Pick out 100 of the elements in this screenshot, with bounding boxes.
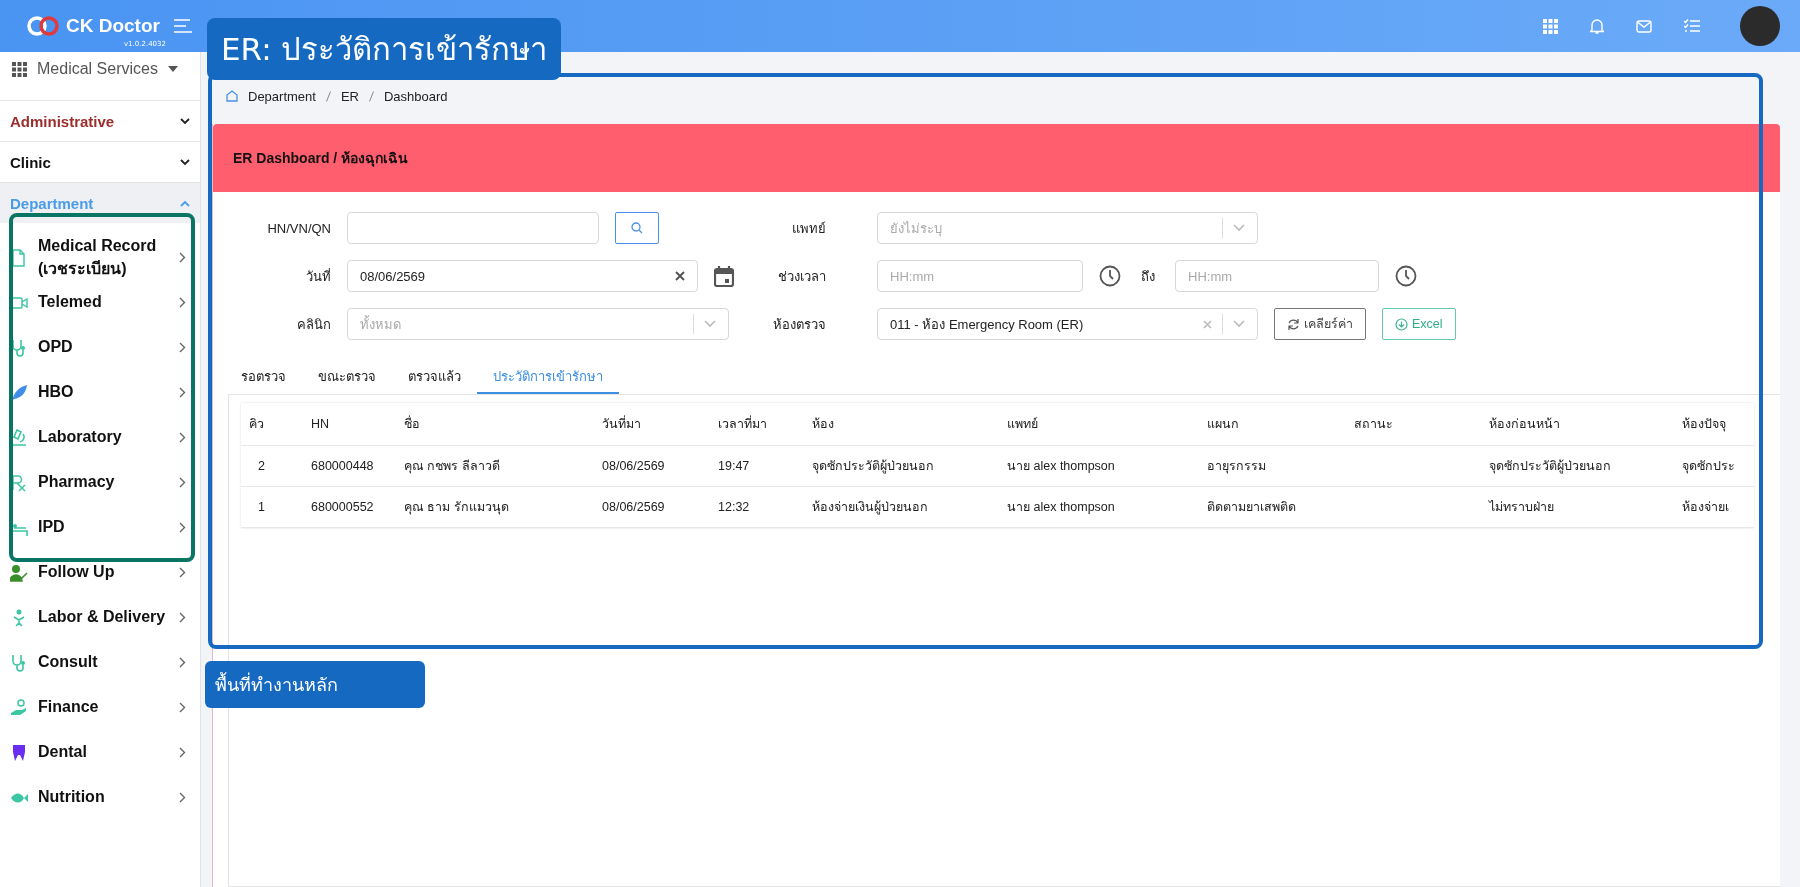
table-cell-text: จุดซักประวัติผู้ป่วยนอก [811,458,935,476]
clear-button[interactable]: เคลียร์ค่า [1274,308,1366,340]
clock-icon[interactable] [1395,265,1417,287]
apps-grid-icon[interactable] [1543,18,1558,34]
sidebar-item[interactable]: Consult [0,640,200,685]
sidebar-item-label: Consult [38,652,99,673]
field-label: วันที่ [305,267,331,286]
chevron-right-icon [179,297,186,308]
sidebar-item[interactable]: Medical Record (เวชระเบียน) [0,235,200,280]
field-label: คลินิก [296,315,331,334]
tab[interactable]: ประวัติการเข้ารักษา [477,360,619,394]
document-icon [10,248,28,267]
table-cell-text: คุณ ธาม รักแมวนุด [403,499,510,517]
sidebar-item[interactable]: Labor & Delivery [0,595,200,640]
callout-label: ER: ประวัติการเข้ารักษา [207,18,562,80]
breadcrumb-link[interactable]: Department [248,88,316,104]
breadcrumb-link[interactable]: ER [340,88,359,104]
column-header: ห้อง [811,416,835,433]
user-edit-icon [10,563,28,582]
chevron-down-icon [180,117,190,125]
table-cell-text: 680000552 [310,500,375,514]
sidebar-item-label: Nutrition [38,787,106,808]
clock-icon[interactable] [1099,265,1121,287]
sidebar-item[interactable]: HBO [0,370,200,415]
module-selector[interactable]: Medical Services [0,52,200,86]
user-avatar[interactable] [1740,6,1780,46]
chevron-right-icon [179,702,186,713]
chevron-right-icon [179,567,186,578]
sidebar-section[interactable]: Administrative [0,100,200,141]
table-cell-text: 1 [257,500,266,514]
sidebar-item[interactable]: Laboratory [0,415,200,460]
table-cell-text: นาย alex thompson [1006,499,1116,516]
sidebar-item-label: OPD [38,337,74,358]
brand-name: CK Doctor [66,15,160,37]
date-field[interactable]: 08/06/2569 [347,260,698,292]
table-cell-text: อายุรกรรม [1206,458,1267,476]
sidebar-item[interactable]: Dental [0,730,200,775]
tooth-icon [10,743,28,762]
chevron-right-icon [179,792,186,803]
download-icon [1395,317,1408,331]
sidebar-item-label: IPD [38,517,66,538]
table-cell-text: 08/06/2569 [601,459,666,473]
table-cell-text: คุณ กชพร ลีลาวดี [403,458,501,476]
table-cell-text: 680000448 [310,459,375,473]
chevron-right-icon [179,477,186,488]
chevron-down-icon [1233,320,1245,328]
refresh-icon [1287,317,1300,331]
column-header: คิว [248,416,265,433]
chevron-right-icon [179,342,186,353]
sidebar-item-label: Dental [38,742,88,763]
tab[interactable]: รอตรวจ [225,360,302,394]
clear-icon[interactable] [675,271,685,281]
menu-icon[interactable] [173,19,192,33]
checklist-icon[interactable] [1684,19,1700,33]
mail-icon[interactable] [1636,19,1652,33]
microscope-icon [10,428,28,447]
sidebar-item[interactable]: Telemed [0,280,200,325]
search-button[interactable] [615,212,659,244]
sidebar-item-label: Pharmacy [38,472,116,493]
sidebar-item-label: HBO [38,382,75,403]
select-field[interactable]: 011 - ห้อง Emergency Room (ER) [877,308,1258,340]
logo-icon [26,15,60,37]
sidebar-item[interactable]: Finance [0,685,200,730]
chevron-right-icon [179,747,186,758]
apps-grid-icon [12,61,27,77]
chevron-right-icon [179,522,186,533]
stethoscope-icon [10,338,28,357]
table-cell-text: ห้องจ่ายเ [1681,499,1730,516]
chevron-down-icon [1233,224,1245,232]
breadcrumb-link[interactable]: Dashboard [384,88,448,104]
sidebar-item[interactable]: IPD [0,505,200,550]
column-header: ห้องปัจจุ [1681,416,1727,434]
tab[interactable]: ขณะตรวจ [302,360,392,394]
table-cell-text: ห้องจ่ายเงินผู้ป่วยนอก [811,499,929,517]
table-cell-text: ไม่ทราบฝ่าย [1487,499,1555,516]
notification-icon[interactable] [1590,18,1604,34]
sidebar-item[interactable]: OPD [0,325,200,370]
field-label: ห้องตรวจ [772,315,826,334]
caret-down-icon [167,66,178,72]
chevron-right-icon [179,432,186,443]
sidebar-item[interactable]: Pharmacy [0,460,200,505]
table-cell-text: จุดซักประวัติผู้ป่วยนอก [1488,458,1612,476]
table-cell-text: 12:32 [717,500,751,514]
search-icon [631,222,643,234]
column-header: วันที่มา [601,414,642,433]
column-header: สถานะ [1353,416,1394,433]
breadcrumb-separator-icon [369,90,374,102]
column-header: แพทย์ [1006,416,1039,433]
sidebar-item-label: Laboratory [38,427,123,448]
search-field[interactable] [347,212,599,244]
table-cell-text: 08/06/2569 [601,500,666,514]
table-cell-text: นาย alex thompson [1006,458,1116,475]
field-label: แพทย์ [791,219,826,238]
calendar-icon[interactable] [714,265,734,287]
chevron-down-icon [704,320,716,328]
sidebar-item[interactable]: Nutrition [0,775,200,820]
home-icon[interactable] [226,90,238,102]
sidebar-item[interactable]: Follow Up [0,550,200,595]
callout-label: พื้นที่ทำงานหลัก [205,661,425,708]
tab[interactable]: ตรวจแล้ว [392,360,477,394]
